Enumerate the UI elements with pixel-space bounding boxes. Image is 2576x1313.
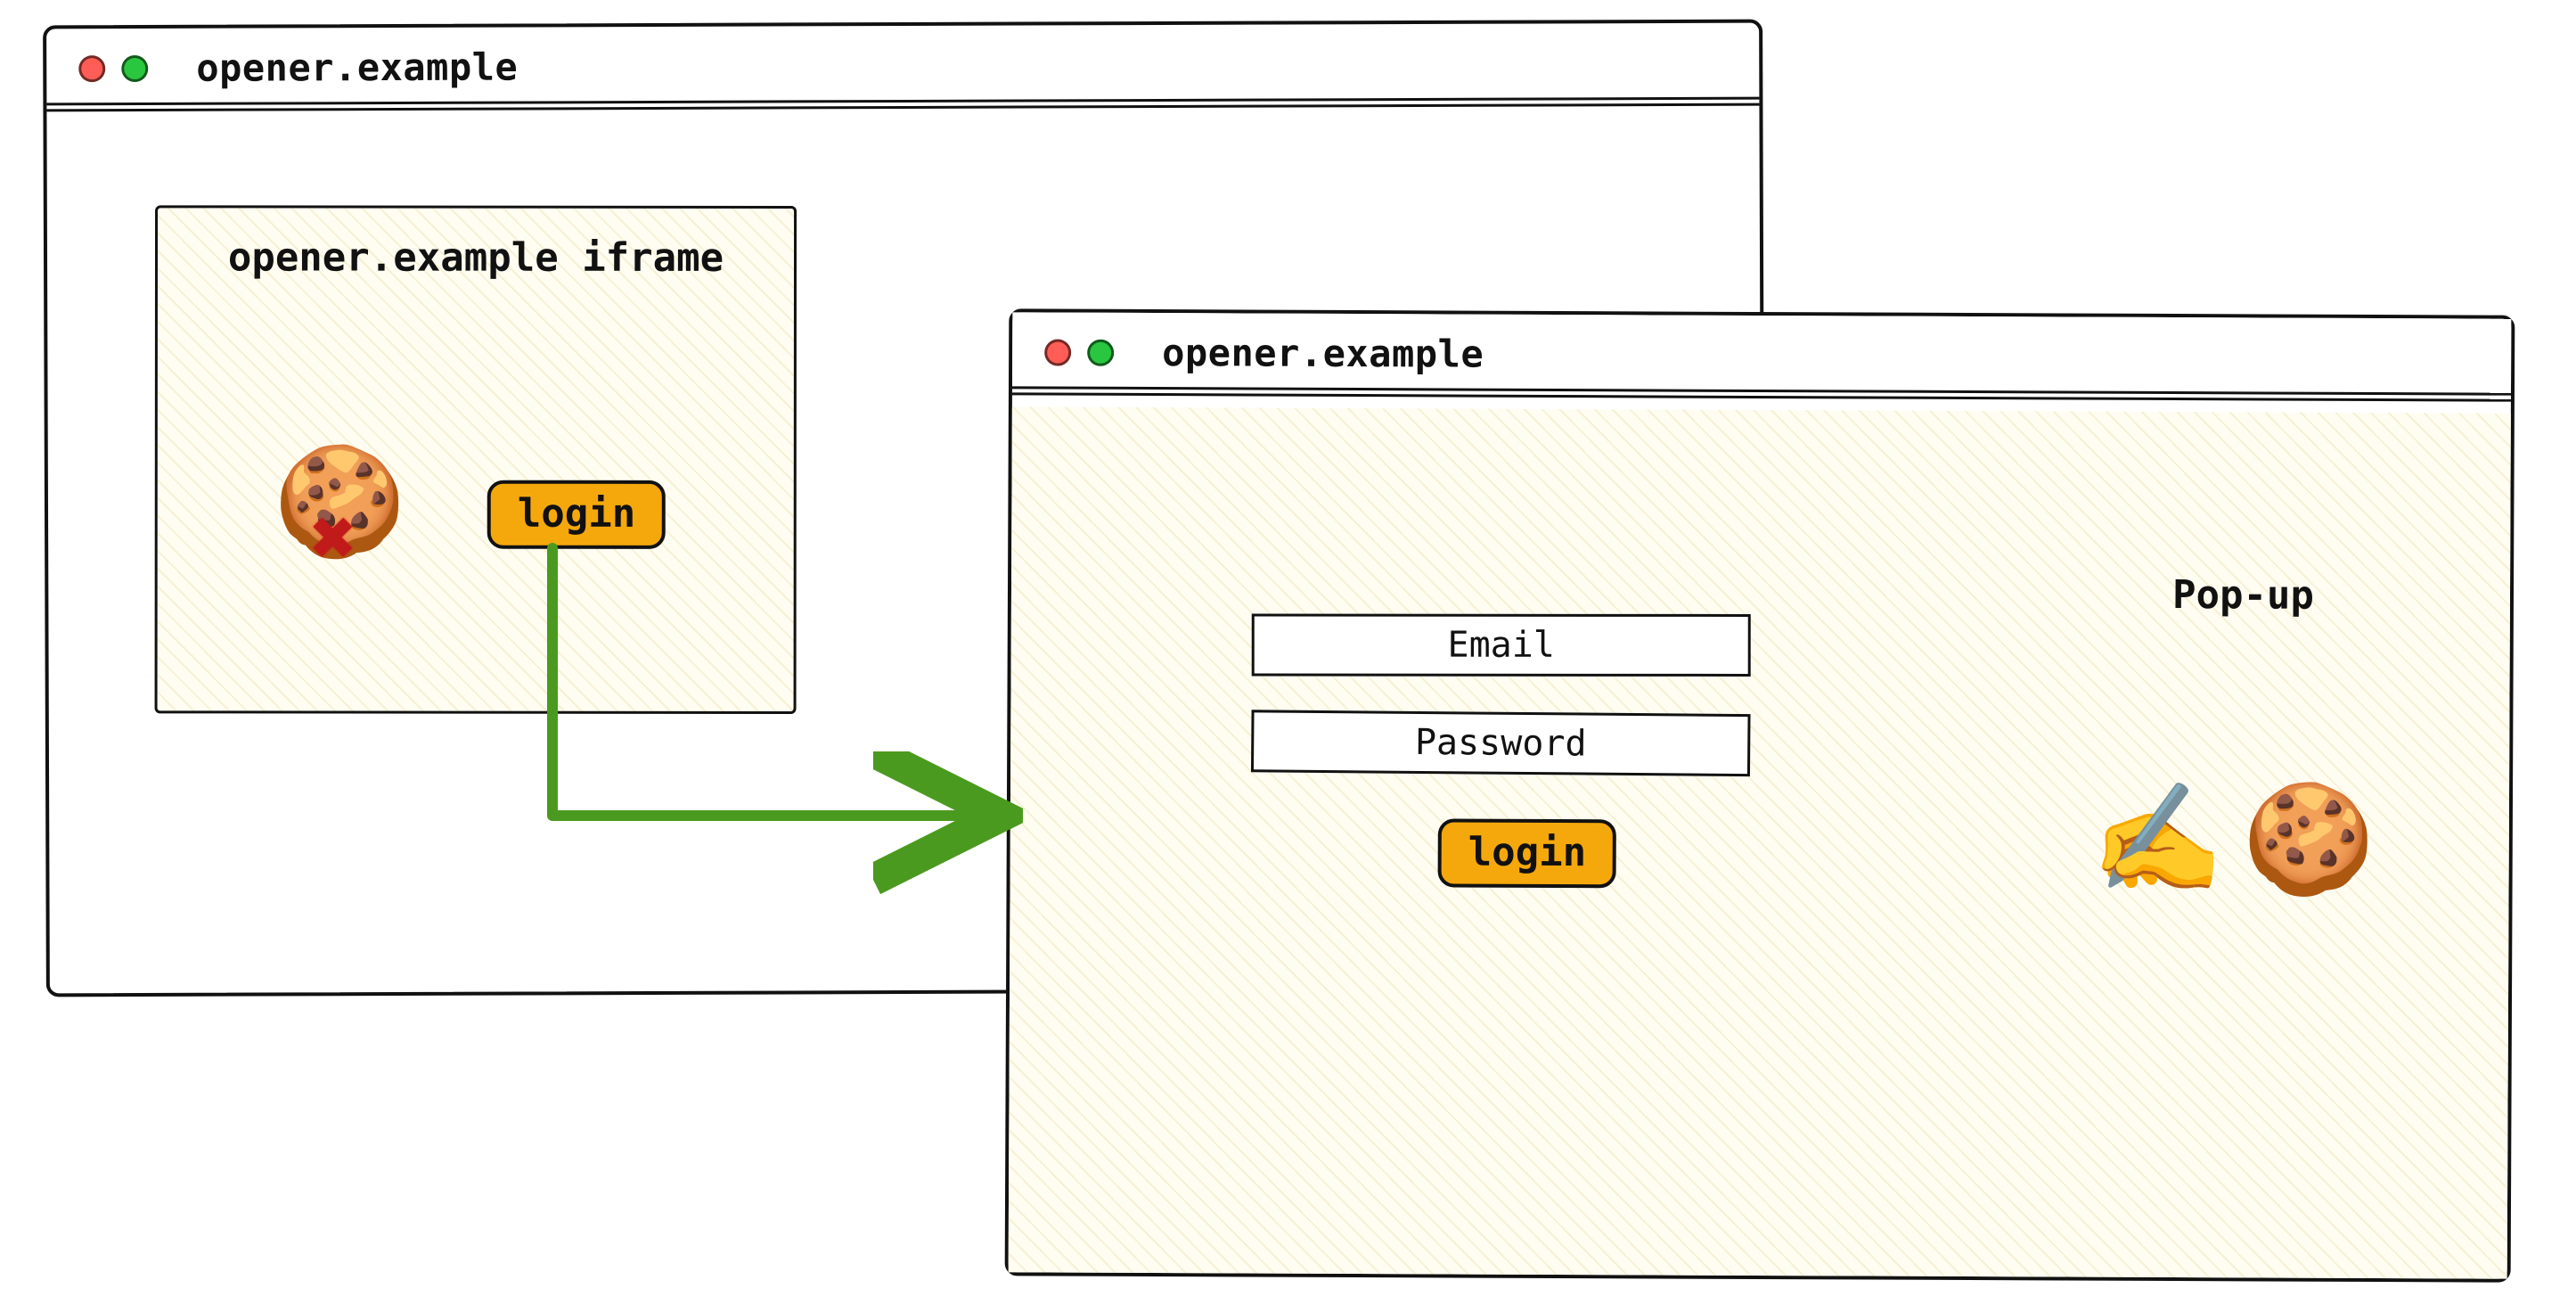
window-controls (1044, 339, 1114, 365)
minimize-icon[interactable] (1087, 339, 1114, 365)
popup-body: Pop-up Email Password login ✍️ 🍪 (1009, 406, 2511, 1278)
window-controls (78, 54, 148, 81)
close-icon[interactable] (78, 55, 105, 82)
minimize-icon[interactable] (121, 54, 148, 81)
password-field[interactable]: Password (1251, 710, 1751, 776)
opener-window-titlebar: opener.example (46, 23, 1759, 106)
popup-address: opener.example (1135, 331, 1484, 376)
iframe-region: opener.example iframe 🍪 ✖ login (155, 205, 797, 714)
popup-window: opener.example Pop-up Email Password log… (1005, 308, 2515, 1282)
writing-hand-icon: ✍️ (2091, 786, 2225, 894)
close-icon[interactable] (1044, 339, 1071, 365)
diagram-stage: opener.example opener.example iframe 🍪 ✖… (0, 0, 2576, 1313)
iframe-title: opener.example iframe (158, 234, 794, 281)
popup-login-button[interactable]: login (1438, 818, 1617, 888)
email-field[interactable]: Email (1252, 613, 1751, 676)
popup-window-titlebar: opener.example (1012, 312, 2511, 395)
opener-address: opener.example (169, 45, 518, 90)
popup-label: Pop-up (2172, 572, 2314, 619)
iframe-login-button[interactable]: login (487, 480, 666, 549)
blocked-x-icon: ✖ (311, 494, 357, 583)
cookie-icon: 🍪 (2242, 786, 2376, 894)
blocked-cookie-icon: 🍪 ✖ (274, 448, 407, 555)
